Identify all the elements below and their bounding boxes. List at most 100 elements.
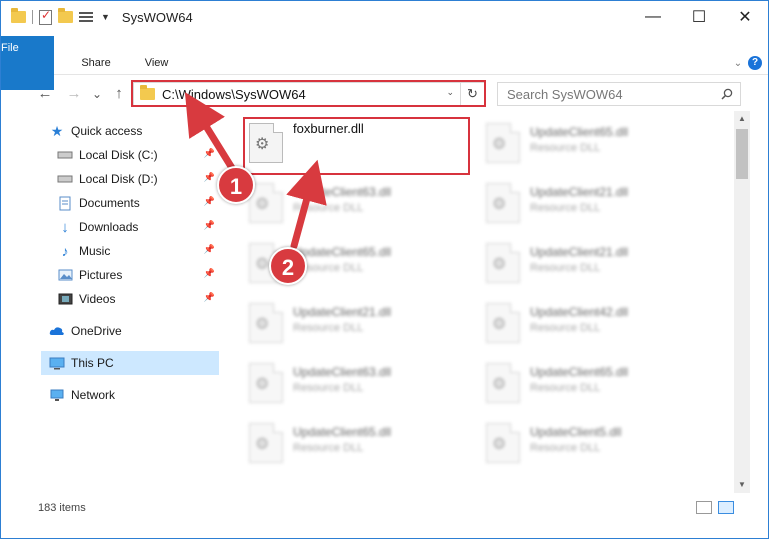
pin-icon[interactable]: 📌	[204, 244, 215, 255]
file-name: UpdateClient65.dll	[293, 425, 392, 439]
window-controls: — ☐ ✕	[630, 1, 768, 33]
maximize-button[interactable]: ☐	[676, 1, 722, 33]
help-icon[interactable]: ?	[748, 56, 762, 70]
step-badge-2: 2	[269, 247, 307, 285]
file-item[interactable]: ⚙ UpdateClient63.dll Resource DLL	[249, 359, 391, 413]
drive-icon	[57, 172, 73, 186]
file-name: UpdateClient65.dll	[530, 125, 629, 139]
pictures-icon	[57, 268, 73, 282]
dll-file-icon: ⚙	[486, 183, 520, 223]
new-folder-icon[interactable]	[58, 8, 73, 23]
file-item[interactable]: ⚙ UpdateClient42.dll Resource DLL	[486, 299, 628, 353]
file-item[interactable]: ⚙ UpdateClient63.dll Resource DLL	[249, 179, 391, 233]
expand-ribbon-icon[interactable]: ⌄	[728, 58, 748, 69]
dll-file-icon: ⚙	[486, 123, 520, 163]
sidebar-item-music[interactable]: ♪ Music 📌	[57, 239, 219, 263]
file-item[interactable]: ⚙ UpdateClient21.dll Resource DLL	[249, 299, 391, 353]
tab-share[interactable]: Share	[64, 51, 127, 75]
search-icon	[721, 88, 733, 100]
file-item[interactable]: ⚙ UpdateClient5.dll Resource DLL	[486, 419, 621, 473]
pin-icon[interactable]: 📌	[204, 148, 215, 159]
forward-button[interactable]: →	[61, 81, 87, 107]
download-icon: ↓	[61, 218, 69, 236]
toolbar-separator	[32, 10, 33, 24]
file-item[interactable]: ⚙ UpdateClient65.dll Resource DLL	[486, 119, 628, 173]
search-box[interactable]: Search SysWOW64	[497, 82, 741, 106]
window-title: SysWOW64	[121, 9, 193, 25]
computer-icon	[49, 356, 65, 370]
file-highlight-box	[243, 117, 470, 175]
sidebar-item-videos[interactable]: Videos 📌	[57, 287, 219, 311]
file-type: Resource DLL	[530, 262, 601, 274]
sidebar-item-pictures[interactable]: Pictures 📌	[57, 263, 219, 287]
star-icon: ★	[50, 122, 64, 139]
item-count: 183 items	[38, 502, 86, 514]
dll-file-icon: ⚙	[249, 423, 283, 463]
file-type: Resource DLL	[530, 142, 601, 154]
address-highlight-box	[131, 80, 486, 107]
file-item[interactable]: ⚙ UpdateClient21.dll Resource DLL	[486, 239, 628, 293]
dll-file-icon: ⚙	[486, 243, 520, 283]
folder-icon[interactable]	[11, 8, 26, 23]
pin-icon[interactable]: 📌	[204, 268, 215, 279]
file-item[interactable]: ⚙ UpdateClient21.dll Resource DLL	[486, 179, 628, 233]
drive-icon	[57, 148, 73, 162]
step-badge-1: 1	[217, 166, 255, 204]
file-type: Resource DLL	[293, 442, 364, 454]
details-view-icon[interactable]	[696, 501, 712, 514]
vertical-scrollbar[interactable]: ▲ ▼	[734, 111, 750, 493]
file-type: Resource DLL	[293, 382, 364, 394]
close-button[interactable]: ✕	[722, 1, 768, 33]
properties-icon[interactable]	[39, 8, 52, 25]
minimize-button[interactable]: —	[630, 1, 676, 33]
pin-icon[interactable]: 📌	[204, 292, 215, 303]
file-name: UpdateClient5.dll	[530, 425, 622, 439]
ribbon-tabs: File Home Share View ⌄ ?	[1, 35, 768, 90]
file-name: UpdateClient65.dll	[530, 365, 629, 379]
customize-dropdown-icon[interactable]: ▼	[101, 12, 110, 22]
dll-file-icon: ⚙	[249, 303, 283, 343]
tab-view[interactable]: View	[128, 51, 186, 75]
file-item[interactable]: ⚙ UpdateClient65.dll Resource DLL	[486, 359, 628, 413]
quick-access-toolbar: ▼	[11, 8, 110, 25]
sidebar-item-local-disk-c[interactable]: Local Disk (C:) 📌	[57, 143, 219, 167]
sidebar-item-onedrive[interactable]: OneDrive	[49, 319, 219, 343]
status-bar: 183 items	[1, 497, 768, 519]
sidebar-item-quick-access[interactable]: ★ Quick access	[49, 119, 219, 143]
scroll-up-icon[interactable]: ▲	[734, 111, 750, 127]
dll-file-icon: ⚙	[486, 303, 520, 343]
videos-icon	[57, 292, 73, 306]
sidebar-item-documents[interactable]: Documents 📌	[57, 191, 219, 215]
view-switcher	[696, 501, 734, 514]
scroll-thumb[interactable]	[736, 129, 748, 179]
sidebar-item-downloads[interactable]: ↓ Downloads 📌	[57, 215, 219, 239]
file-item[interactable]: ⚙ UpdateClient65.dll Resource DLL	[249, 419, 391, 473]
file-type: Resource DLL	[293, 202, 364, 214]
pin-icon[interactable]: 📌	[204, 172, 215, 183]
file-name: UpdateClient21.dll	[293, 305, 392, 319]
file-type: Resource DLL	[530, 382, 601, 394]
recent-locations-button[interactable]: ⌄	[89, 81, 105, 107]
network-icon	[49, 388, 65, 402]
list-view-icon[interactable]	[79, 10, 95, 24]
sidebar-item-this-pc[interactable]: This PC	[41, 351, 219, 375]
sidebar-item-network[interactable]: Network	[49, 383, 219, 407]
dll-file-icon: ⚙	[486, 423, 520, 463]
file-type: Resource DLL	[530, 322, 601, 334]
back-button[interactable]: ←	[31, 81, 59, 107]
up-button[interactable]: ↑	[107, 81, 131, 107]
pin-icon[interactable]: 📌	[204, 220, 215, 231]
file-type: Resource DLL	[293, 322, 364, 334]
navigation-pane: ★ Quick access Local Disk (C:) 📌 Local D…	[1, 115, 219, 475]
file-type: Resource DLL	[530, 202, 601, 214]
file-name: UpdateClient65.dll	[293, 245, 392, 259]
documents-icon	[57, 196, 73, 210]
large-icons-view-icon[interactable]	[718, 501, 734, 514]
search-input[interactable]: Search SysWOW64	[507, 87, 623, 102]
file-type: Resource DLL	[293, 262, 364, 274]
pin-icon[interactable]: 📌	[204, 196, 215, 207]
file-name: UpdateClient21.dll	[530, 245, 629, 259]
sidebar-item-local-disk-d[interactable]: Local Disk (D:) 📌	[57, 167, 219, 191]
dll-file-icon: ⚙	[486, 363, 520, 403]
scroll-down-icon[interactable]: ▼	[734, 477, 750, 493]
